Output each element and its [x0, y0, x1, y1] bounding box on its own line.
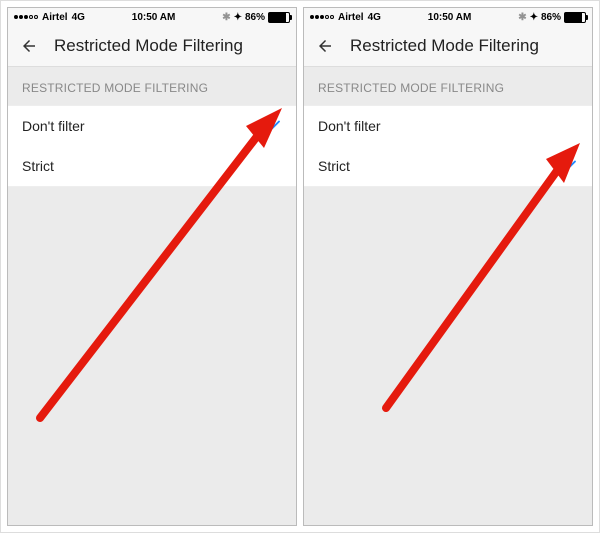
status-bar: Airtel 4G 10:50 AM ✱ ✦ 86% [8, 8, 296, 26]
clock: 10:50 AM [132, 12, 176, 23]
battery-icon [268, 12, 290, 23]
checkmark-icon [560, 157, 578, 175]
status-bar: Airtel 4G 10:50 AM ✱ ✦ 86% [304, 8, 592, 26]
network-label: 4G [368, 12, 381, 23]
nav-bar: Restricted Mode Filtering [8, 26, 296, 67]
checkmark-icon [264, 117, 282, 135]
option-list: Don't filter Strict [8, 105, 296, 187]
bluetooth-icon: ✱ [222, 12, 230, 23]
back-arrow-icon[interactable] [316, 37, 334, 55]
signal-dots-icon [14, 15, 38, 19]
phone-screen-right: Airtel 4G 10:50 AM ✱ ✦ 86% Restricted Mo… [303, 7, 593, 526]
carrier-label: Airtel [338, 12, 364, 23]
signal-dots-icon [310, 15, 334, 19]
phone-screen-left: Airtel 4G 10:50 AM ✱ ✦ 86% Restricted Mo… [7, 7, 297, 526]
section-header: RESTRICTED MODE FILTERING [304, 67, 592, 105]
option-list: Don't filter Strict [304, 105, 592, 187]
bluetooth-icon: ✦ [234, 12, 242, 23]
option-strict[interactable]: Strict [304, 146, 592, 186]
option-label: Strict [22, 158, 54, 174]
option-dont-filter[interactable]: Don't filter [304, 106, 592, 146]
nav-bar: Restricted Mode Filtering [304, 26, 592, 67]
clock: 10:50 AM [428, 12, 472, 23]
battery-icon [564, 12, 586, 23]
option-label: Don't filter [22, 118, 85, 134]
section-header: RESTRICTED MODE FILTERING [8, 67, 296, 105]
option-dont-filter[interactable]: Don't filter [8, 106, 296, 146]
bluetooth-icon: ✦ [530, 12, 538, 23]
battery-percent: 86% [245, 12, 265, 23]
option-label: Don't filter [318, 118, 381, 134]
bluetooth-icon: ✱ [518, 12, 526, 23]
back-arrow-icon[interactable] [20, 37, 38, 55]
page-title: Restricted Mode Filtering [54, 36, 243, 56]
network-label: 4G [72, 12, 85, 23]
option-label: Strict [318, 158, 350, 174]
option-strict[interactable]: Strict [8, 146, 296, 186]
carrier-label: Airtel [42, 12, 68, 23]
battery-percent: 86% [541, 12, 561, 23]
page-title: Restricted Mode Filtering [350, 36, 539, 56]
